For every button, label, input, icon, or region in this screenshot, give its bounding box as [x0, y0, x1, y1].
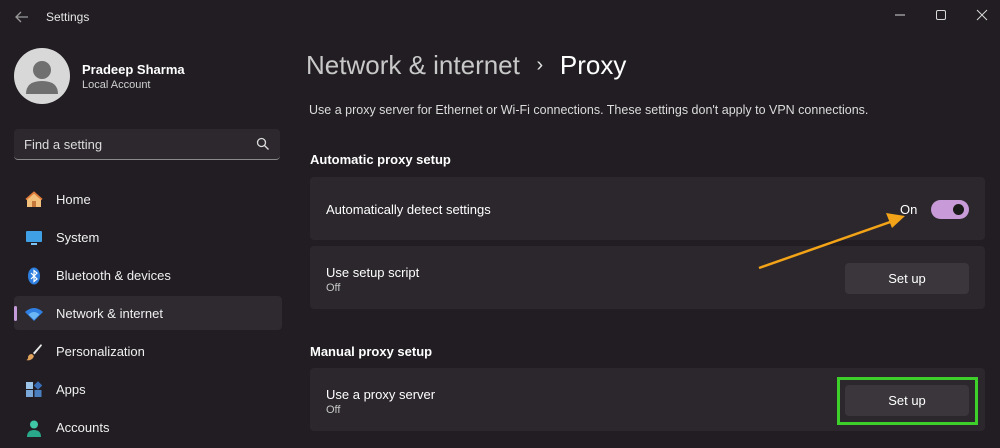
toggle-knob	[953, 204, 964, 215]
auto-detect-toggle[interactable]	[931, 200, 969, 219]
sidebar-item-label: Accounts	[56, 420, 110, 435]
automatic-proxy-heading: Automatic proxy setup	[310, 152, 451, 167]
auto-detect-settings-card: Automatically detect settings On	[310, 177, 985, 240]
sidebar-item-bluetooth-devices[interactable]: Bluetooth & devices	[14, 258, 282, 292]
title-bar: Settings	[0, 0, 1000, 36]
sidebar-item-label: Network & internet	[56, 306, 163, 321]
chevron-right-icon: ›	[536, 54, 544, 76]
user-name: Pradeep Sharma	[82, 62, 185, 77]
minimize-icon[interactable]	[880, 2, 920, 28]
monitor-icon	[24, 228, 44, 248]
account-type: Local Account	[82, 79, 151, 91]
person-icon	[24, 418, 44, 438]
wifi-icon	[24, 304, 44, 324]
sidebar-item-label: Home	[56, 192, 91, 207]
page-title: Proxy	[559, 50, 627, 80]
setup-script-label: Use setup script	[326, 265, 420, 280]
breadcrumb: Network & internet › Proxy	[306, 50, 626, 81]
manual-proxy-heading: Manual proxy setup	[310, 344, 433, 359]
sidebar-item-label: Personalization	[56, 344, 145, 359]
sidebar-item-personalization[interactable]: Personalization	[14, 334, 282, 368]
sidebar-item-system[interactable]: System	[14, 220, 282, 254]
back-arrow-icon[interactable]	[14, 9, 30, 25]
maximize-icon[interactable]	[921, 2, 961, 28]
apps-icon	[24, 380, 44, 400]
bluetooth-icon	[24, 266, 44, 286]
app-title: Settings	[46, 10, 90, 24]
sidebar-item-network-internet[interactable]: Network & internet	[14, 296, 282, 330]
sidebar-item-label: System	[56, 230, 100, 245]
close-icon[interactable]	[962, 2, 1000, 28]
auto-detect-label: Automatically detect settings	[326, 202, 491, 217]
breadcrumb-parent[interactable]: Network & internet	[306, 50, 520, 80]
setup-script-button[interactable]: Set up	[845, 263, 969, 294]
highlight-box	[837, 377, 978, 425]
auto-detect-state: On	[900, 202, 918, 217]
sidebar-item-label: Apps	[56, 382, 86, 397]
search-placeholder: Find a setting	[24, 137, 103, 152]
proxy-server-label: Use a proxy server	[326, 387, 436, 402]
page-description: Use a proxy server for Ethernet or Wi-Fi…	[309, 103, 869, 117]
setup-script-status: Off	[326, 282, 341, 294]
setup-script-card: Use setup script Off Set up	[310, 246, 985, 309]
paintbrush-icon	[24, 342, 44, 362]
proxy-server-status: Off	[326, 404, 341, 416]
avatar	[14, 48, 70, 104]
search-input[interactable]: Find a setting	[14, 129, 280, 160]
sidebar-item-home[interactable]: Home	[14, 182, 282, 216]
sidebar-nav: Home System Bluetooth & devices Network …	[14, 182, 282, 448]
sidebar-item-label: Bluetooth & devices	[56, 268, 171, 283]
sidebar-item-apps[interactable]: Apps	[14, 372, 282, 406]
search-icon[interactable]	[256, 137, 270, 151]
home-icon	[24, 190, 44, 210]
selection-indicator	[14, 306, 17, 321]
